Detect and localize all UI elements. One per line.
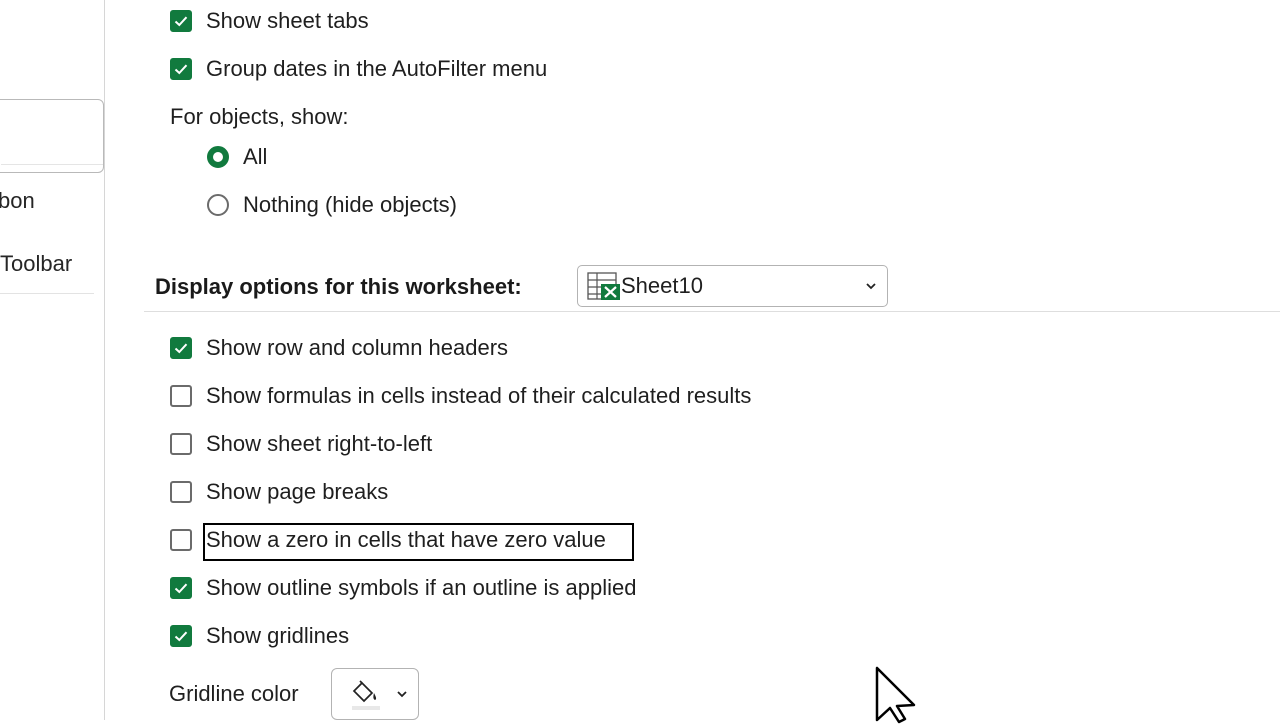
show-page-breaks-label: Show page breaks — [206, 479, 389, 504]
sidebar-item-ribbon[interactable]: bon — [0, 188, 35, 214]
sidebar-divider — [0, 293, 94, 294]
show-outline-symbols-option[interactable]: Show outline symbols if an outline is ap… — [170, 575, 636, 601]
options-sidebar: bon Toolbar — [0, 0, 105, 720]
show-formulas-checkbox[interactable] — [170, 385, 192, 407]
show-sheet-tabs-option[interactable]: Show sheet tabs — [170, 8, 369, 34]
objects-nothing-radio[interactable] — [207, 194, 229, 216]
objects-all-label: All — [243, 144, 268, 169]
checkmark-icon — [174, 631, 188, 642]
show-sheet-tabs-label: Show sheet tabs — [206, 8, 369, 33]
worksheet-select-value: Sheet10 — [621, 273, 703, 298]
show-sheet-tabs-checkbox[interactable] — [170, 10, 192, 32]
sidebar-item-toolbar[interactable]: Toolbar — [0, 251, 72, 277]
show-row-column-headers-label: Show row and column headers — [206, 335, 509, 360]
show-gridlines-option[interactable]: Show gridlines — [170, 623, 349, 649]
show-row-column-headers-option[interactable]: Show row and column headers — [170, 335, 508, 361]
chevron-down-icon — [866, 283, 876, 290]
show-formulas-label: Show formulas in cells instead of their … — [206, 383, 752, 408]
objects-nothing-label: Nothing (hide objects) — [243, 192, 458, 217]
sidebar-selected-divider — [1, 164, 103, 165]
mouse-cursor-icon — [875, 666, 916, 724]
show-outline-symbols-label: Show outline symbols if an outline is ap… — [206, 575, 637, 600]
sidebar-item-selected[interactable] — [0, 99, 104, 173]
show-page-breaks-option[interactable]: Show page breaks — [170, 479, 388, 505]
group-dates-option[interactable]: Group dates in the AutoFilter menu — [170, 56, 547, 82]
chevron-down-icon — [397, 691, 407, 698]
objects-all-radio[interactable] — [207, 146, 229, 168]
focus-highlight — [203, 523, 634, 561]
show-formulas-option[interactable]: Show formulas in cells instead of their … — [170, 383, 751, 409]
objects-heading: For objects, show: — [170, 104, 349, 129]
group-dates-checkbox[interactable] — [170, 58, 192, 80]
show-right-to-left-label: Show sheet right-to-left — [206, 431, 433, 456]
gridline-color-button[interactable] — [331, 668, 419, 720]
show-right-to-left-option[interactable]: Show sheet right-to-left — [170, 431, 432, 457]
objects-nothing-option[interactable]: Nothing (hide objects) — [207, 192, 457, 218]
checkmark-icon — [174, 583, 188, 594]
checkmark-icon — [174, 16, 188, 27]
show-row-column-headers-checkbox[interactable] — [170, 337, 192, 359]
paint-bucket-icon — [352, 680, 380, 710]
checkmark-icon — [174, 64, 188, 75]
gridline-color-label: Gridline color — [169, 681, 299, 706]
worksheet-options-heading: Display options for this worksheet: — [155, 274, 522, 299]
group-dates-label: Group dates in the AutoFilter menu — [206, 56, 548, 81]
checkmark-icon — [174, 343, 188, 354]
section-divider — [144, 311, 1280, 312]
worksheet-select[interactable]: Sheet10 — [577, 265, 888, 307]
objects-all-option[interactable]: All — [207, 144, 267, 170]
show-page-breaks-checkbox[interactable] — [170, 481, 192, 503]
show-right-to-left-checkbox[interactable] — [170, 433, 192, 455]
show-gridlines-checkbox[interactable] — [170, 625, 192, 647]
show-outline-symbols-checkbox[interactable] — [170, 577, 192, 599]
show-gridlines-label: Show gridlines — [206, 623, 350, 648]
show-zero-checkbox[interactable] — [170, 529, 192, 551]
sheet-icon — [587, 272, 620, 300]
